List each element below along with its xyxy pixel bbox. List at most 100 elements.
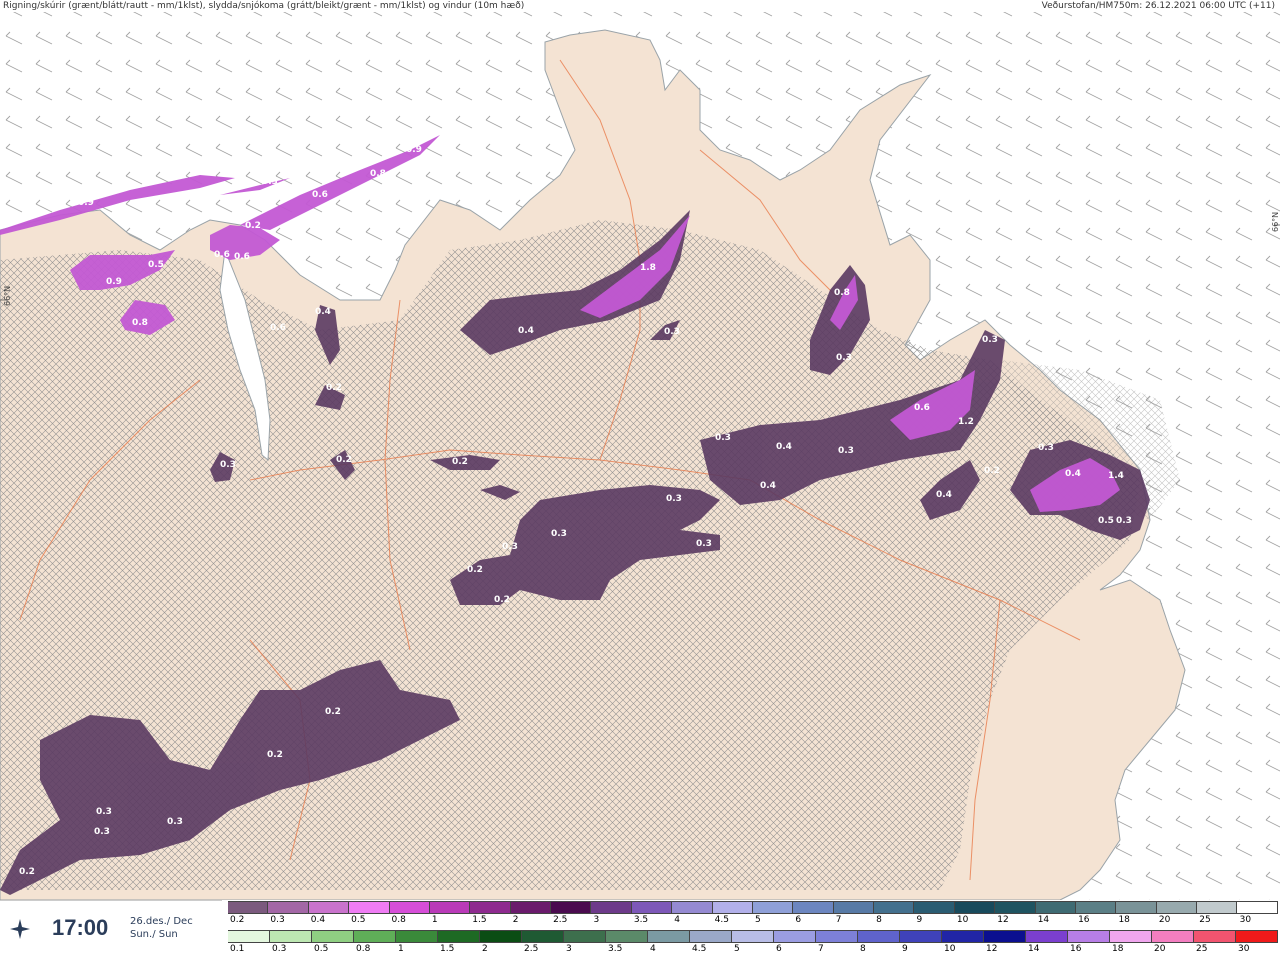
- precip-value: 0.4: [776, 442, 792, 452]
- legend-tick-label: 3: [593, 915, 600, 925]
- precip-value: 0.8: [132, 318, 148, 328]
- legend-color-swatch: [732, 930, 774, 943]
- precip-value: 0.5: [148, 260, 164, 270]
- legend-rain-labels: 0.1 0.3 0.5 0.8 1 1.5 2 2.5 3 3.5 4 4.5 5 6 7 8 9 10 12 14 1…: [228, 944, 1280, 956]
- legend-color-swatch: [429, 901, 471, 914]
- forecast-hour: 17:00: [52, 915, 109, 940]
- legend-color-swatch: [816, 930, 858, 943]
- legend-color-swatch: [591, 901, 632, 914]
- legend-tick-label: 0.5: [314, 944, 329, 954]
- legend-color-swatch: [752, 901, 794, 914]
- legend-color-swatch: [858, 930, 900, 943]
- precip-value: 0.6: [214, 250, 230, 260]
- precip-value: 0.2: [19, 867, 35, 877]
- legend-color-swatch: [1152, 930, 1194, 943]
- legend-tick-label: 5: [755, 915, 761, 925]
- legend-tick-label: 4.5: [714, 915, 729, 925]
- forecast-date-line1: 26.des./ Dec: [130, 916, 193, 927]
- legend-tick-label: 10: [956, 915, 969, 925]
- legend-color-swatch: [308, 901, 350, 914]
- precip-value: 0.3: [1038, 443, 1054, 453]
- legend-color-swatch: [874, 901, 915, 914]
- precip-legend: 0.2 0.3 0.4 0.5 0.8 1 1.5 2 2.5 3 3.5 4 4.5 5 6 7 8 9 10 12…: [228, 900, 1280, 958]
- legend-color-swatch: [438, 930, 480, 943]
- lat-label-right: 66°N: [1271, 211, 1280, 232]
- precip-value: 0.6: [914, 403, 930, 413]
- legend-rain-colorbar: [228, 930, 1278, 943]
- legend-tick-label: 0.3: [272, 944, 287, 954]
- legend-tick-label: 3: [566, 944, 572, 954]
- legend-color-swatch: [606, 930, 648, 943]
- legend-color-swatch: [1194, 930, 1236, 943]
- precip-value: 0.3: [982, 335, 998, 345]
- vedurstofan-logo-icon: [10, 919, 30, 939]
- precip-value: 0.9: [106, 277, 122, 287]
- forecast-date: 26.des./ Dec Sun./ Sun: [130, 915, 193, 941]
- legend-tick-label: 3.5: [633, 915, 649, 925]
- legend-color-swatch: [1116, 901, 1157, 914]
- legend-color-swatch: [1035, 901, 1076, 914]
- legend-snow-colorbar: [228, 901, 1278, 914]
- legend-color-swatch: [690, 930, 732, 943]
- legend-color-swatch: [470, 901, 511, 914]
- legend-tick-label: 25: [1196, 944, 1208, 954]
- legend-tick-label: 2: [512, 915, 519, 925]
- legend-tick-label: 30: [1238, 944, 1250, 954]
- legend-tick-label: 0.2: [230, 915, 245, 925]
- legend-color-swatch: [900, 930, 942, 943]
- legend-color-swatch: [1075, 901, 1117, 914]
- legend-color-swatch: [349, 901, 390, 914]
- lat-label-left: 66°N: [3, 285, 12, 306]
- legend-tick-label: 16: [1078, 915, 1090, 925]
- legend-tick-label: 4.5: [692, 944, 707, 954]
- legend-tick-label: 1: [398, 944, 404, 954]
- legend-tick-label: 10: [944, 944, 956, 954]
- legend-tick-label: 9: [902, 944, 908, 954]
- legend-tick-label: 2: [482, 944, 488, 954]
- legend-tick-label: 2.5: [553, 915, 568, 925]
- legend-tick-label: 4: [650, 944, 656, 954]
- precip-value: 0.3: [664, 327, 680, 337]
- legend-color-swatch: [995, 901, 1036, 914]
- precip-value: 0.4: [518, 326, 534, 336]
- legend-color-swatch: [312, 930, 354, 943]
- legend-tick-label: 12: [986, 944, 998, 954]
- legend-tick-label: 8: [860, 944, 866, 954]
- precip-value: 0.8: [370, 169, 386, 179]
- precip-value: 0.2: [267, 750, 283, 760]
- precip-value: 0.3: [836, 353, 852, 363]
- legend-color-swatch: [1236, 930, 1278, 943]
- precip-value: 0.2: [336, 455, 352, 465]
- legend-color-swatch: [1197, 901, 1238, 914]
- legend-tick-label: 5: [734, 944, 740, 954]
- legend-tick-label: 6: [776, 944, 782, 954]
- precip-value: 0.3: [715, 433, 731, 443]
- legend-tick-label: 20: [1158, 915, 1171, 925]
- legend-tick-label: 30: [1239, 915, 1252, 925]
- legend-color-swatch: [389, 901, 430, 914]
- precip-value: 0.8: [834, 288, 850, 298]
- legend-tick-label: 0.5: [351, 915, 366, 925]
- precip-value: 0.4: [936, 490, 952, 500]
- weather-map[interactable]: 0.9 0.3 0.6 0.8 0.9 0.5 0.8 0.6 0.6 0.2 …: [0, 0, 1280, 900]
- precip-value: 1.2: [958, 417, 974, 427]
- legend-color-swatch: [631, 901, 673, 914]
- legend-color-swatch: [1068, 930, 1110, 943]
- legend-color-swatch: [270, 930, 312, 943]
- legend-color-swatch: [551, 901, 592, 914]
- precip-value: 0.3: [1116, 516, 1132, 526]
- legend-color-swatch: [712, 901, 753, 914]
- legend-color-swatch: [522, 930, 564, 943]
- precip-value: 0.3: [838, 446, 854, 456]
- legend-tick-label: 2.5: [524, 944, 539, 954]
- legend-color-swatch: [1110, 930, 1152, 943]
- precip-value: 1.8: [640, 263, 656, 273]
- legend-tick-label: 9: [916, 915, 923, 925]
- precip-value: 0.3: [262, 177, 278, 187]
- precip-value: 0.3: [502, 542, 518, 552]
- precip-value: 0.2: [984, 466, 1000, 476]
- legend-color-swatch: [774, 930, 816, 943]
- precip-value: 0.3: [696, 539, 712, 549]
- legend-tick-label: 1.5: [440, 944, 455, 954]
- legend-tick-label: 7: [835, 915, 842, 925]
